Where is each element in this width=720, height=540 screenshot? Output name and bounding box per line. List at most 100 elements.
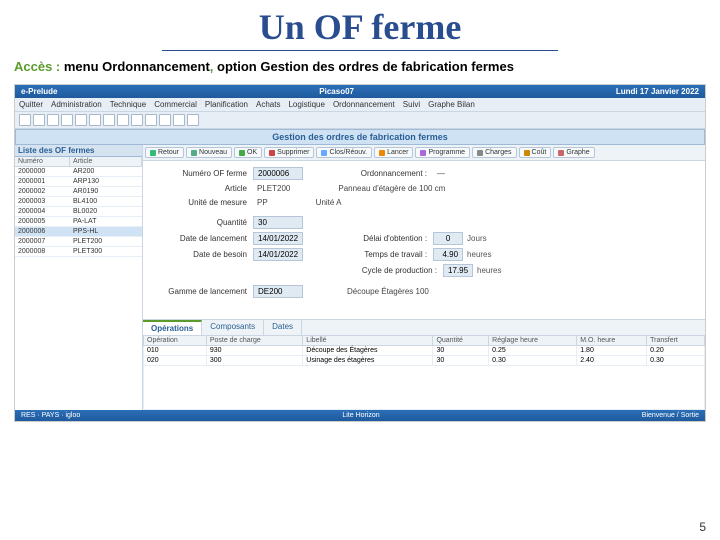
main-panel: Retour Nouveau OK Supprimer Clos/Réouv. …: [143, 145, 705, 410]
access-prefix: Accès :: [14, 59, 64, 74]
lock-icon: [321, 150, 327, 156]
calendar-icon: [420, 150, 426, 156]
launch-button[interactable]: Lancer: [374, 147, 413, 158]
cycle-unit: heures: [473, 266, 501, 275]
menu-item[interactable]: Technique: [110, 100, 146, 109]
launch-date-field[interactable]: 14/01/2022: [253, 232, 303, 245]
menu-item[interactable]: Logistique: [288, 100, 324, 109]
cycle-label: Cycle de production :: [333, 266, 443, 275]
status-right: Bienvenue / Sortie: [642, 412, 699, 419]
list-item[interactable]: 2000005PA-LAT: [15, 217, 142, 227]
launch-date-label: Date de lancement: [153, 234, 253, 243]
arrow-icon: [150, 150, 156, 156]
weight-icon: [477, 150, 483, 156]
program-button[interactable]: Programme: [415, 147, 470, 158]
x-icon: [269, 150, 275, 156]
of-number-label: Numéro OF ferme: [153, 169, 253, 178]
menu-item[interactable]: Planification: [205, 100, 248, 109]
toolbar-icon[interactable]: [159, 114, 171, 126]
toolbar-icon[interactable]: [33, 114, 45, 126]
toolbar-icon[interactable]: [61, 114, 73, 126]
action-toolbar: Retour Nouveau OK Supprimer Clos/Réouv. …: [143, 145, 705, 161]
toolbar-icon[interactable]: [75, 114, 87, 126]
routing-field[interactable]: DE200: [253, 285, 303, 298]
list-item[interactable]: 2000007PLET200: [15, 237, 142, 247]
menu-item[interactable]: Commercial: [154, 100, 197, 109]
col-header: Transfert: [647, 336, 705, 346]
leadtime-field: 0: [433, 232, 463, 245]
delete-button[interactable]: Supprimer: [264, 147, 314, 158]
graph-button[interactable]: Graphe: [553, 147, 594, 158]
app-name: e-Prelude: [21, 87, 57, 96]
play-icon: [379, 150, 385, 156]
slide-subtitle: Accès : menu Ordonnancement, option Gest…: [0, 51, 720, 84]
app-date: Lundi 17 Janvier 2022: [616, 87, 699, 96]
title-bar: e-Prelude Picaso07 Lundi 17 Janvier 2022: [15, 85, 705, 98]
need-date-field[interactable]: 14/01/2022: [253, 248, 303, 261]
qty-label: Quantité: [153, 218, 253, 227]
col-header: Poste de charge: [206, 336, 302, 346]
routing-desc: Découpe Étagères 100: [343, 286, 433, 297]
worktime-unit: heures: [463, 250, 491, 259]
status-bar: RES · PAYS · igloo Lite Horizon Bienvenu…: [15, 410, 705, 421]
back-button[interactable]: Retour: [145, 147, 184, 158]
leadtime-label: Délai d'obtention :: [323, 234, 433, 243]
new-button[interactable]: Nouveau: [186, 147, 232, 158]
loads-button[interactable]: Charges: [472, 147, 516, 158]
list-item[interactable]: 2000003BL4100: [15, 197, 142, 207]
list-item[interactable]: 2000008PLET300: [15, 247, 142, 257]
routing-label: Gamme de lancement: [153, 287, 253, 296]
form: Numéro OF ferme 2000006 Ordonnancement :…: [143, 161, 705, 313]
check-icon: [239, 150, 245, 156]
access-comma: ,: [210, 59, 217, 74]
uom-label: Unité de mesure: [153, 198, 253, 207]
ok-button[interactable]: OK: [234, 147, 262, 158]
col-header: Réglage heure: [489, 336, 577, 346]
article-label: Article: [153, 184, 253, 193]
toolbar-icon[interactable]: [103, 114, 115, 126]
cost-button[interactable]: Coût: [519, 147, 552, 158]
list-item[interactable]: 2000000AR200: [15, 167, 142, 177]
table-row[interactable]: 010930Découpe des Étagères300.251.800.20: [144, 346, 705, 356]
list-item[interactable]: 2000004BL0020: [15, 207, 142, 217]
sidebar-title: Liste des OF fermes: [15, 145, 142, 157]
qty-field[interactable]: 30: [253, 216, 303, 229]
list-item[interactable]: 2000002AR0190: [15, 187, 142, 197]
toolbar-icon[interactable]: [173, 114, 185, 126]
toolbar-icon[interactable]: [47, 114, 59, 126]
uom-desc: Unité A: [312, 197, 346, 208]
tabs: Opérations Composants Dates: [143, 319, 705, 335]
page-header: Gestion des ordres de fabrication fermes: [15, 129, 705, 145]
toolbar-icon[interactable]: [19, 114, 31, 126]
app-window: e-Prelude Picaso07 Lundi 17 Janvier 2022…: [14, 84, 706, 422]
of-number-field[interactable]: 2000006: [253, 167, 303, 180]
list-item[interactable]: 2000006PPS-HL: [15, 227, 142, 237]
table-row[interactable]: 020300Usinage des étagères300.302.400.30: [144, 356, 705, 366]
col-header: Numéro: [15, 157, 70, 166]
plus-icon: [191, 150, 197, 156]
article-desc: Panneau d'étagère de 100 cm: [334, 183, 449, 194]
menu-item[interactable]: Suivi: [403, 100, 420, 109]
toolbar-icon[interactable]: [89, 114, 101, 126]
status-left: RES · PAYS · igloo: [21, 412, 80, 419]
need-date-label: Date de besoin: [153, 250, 253, 259]
tab-components[interactable]: Composants: [202, 320, 264, 335]
menu-item[interactable]: Administration: [51, 100, 102, 109]
menu-item[interactable]: Graphe Bilan: [428, 100, 475, 109]
col-header: Opération: [144, 336, 207, 346]
toolbar-icon[interactable]: [117, 114, 129, 126]
status-center: Lite Horizon: [342, 412, 379, 419]
icon-bar: [15, 112, 705, 129]
menu-item[interactable]: Ordonnancement: [333, 100, 395, 109]
toolbar-icon[interactable]: [131, 114, 143, 126]
menu-item[interactable]: Achats: [256, 100, 280, 109]
toolbar-icon[interactable]: [187, 114, 199, 126]
close-reopen-button[interactable]: Clos/Réouv.: [316, 147, 372, 158]
tab-operations[interactable]: Opérations: [143, 320, 202, 335]
coin-icon: [524, 150, 530, 156]
toolbar-icon[interactable]: [145, 114, 157, 126]
menu-item[interactable]: Quitter: [19, 100, 43, 109]
sidebar: Liste des OF fermes Numéro Article 20000…: [15, 145, 143, 410]
tab-dates[interactable]: Dates: [264, 320, 302, 335]
list-item[interactable]: 2000001ARP130: [15, 177, 142, 187]
